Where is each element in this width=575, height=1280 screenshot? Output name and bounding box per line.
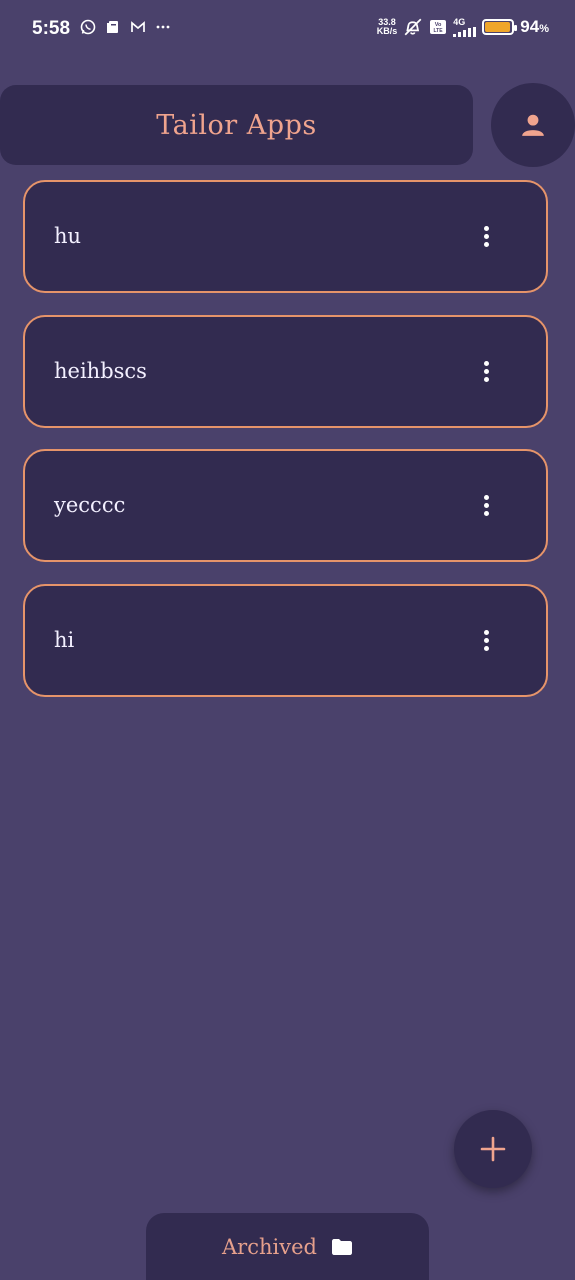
status-time: 5:58 [32, 18, 71, 39]
list-item[interactable]: heihbscs [23, 315, 548, 428]
notes-icon [107, 21, 118, 33]
net-speed: 33.8 KB/s [377, 18, 398, 36]
network-type: 4G [453, 16, 466, 27]
archived-button[interactable]: Archived [146, 1213, 429, 1280]
battery-icon [482, 19, 518, 35]
battery-fill [485, 22, 510, 32]
net-speed-unit: KB/s [376, 26, 398, 36]
more-vert-icon[interactable] [474, 491, 498, 521]
svg-text:LTE: LTE [434, 28, 444, 34]
system-icons: 33.8 KB/s Vo LTE 4G 94% [377, 17, 549, 37]
status-bar: 5:58 33.8 KB/s Vo LTE 4G 94% [0, 0, 575, 58]
list-item[interactable]: yecccc [23, 449, 548, 562]
item-title: hu [54, 223, 82, 248]
item-title: hi [54, 627, 75, 652]
more-vert-icon[interactable] [474, 222, 498, 252]
list-item[interactable]: hi [23, 584, 548, 697]
battery-percent: 94% [520, 17, 549, 36]
plus-icon [480, 1136, 506, 1162]
more-vert-icon[interactable] [474, 626, 498, 656]
app-header: Tailor Apps [0, 85, 473, 165]
notification-icons [80, 19, 171, 35]
item-title: heihbscs [54, 358, 147, 383]
folder-icon [331, 1238, 352, 1255]
person-icon [522, 114, 544, 136]
whatsapp-icon [80, 19, 96, 35]
signal-icon [453, 26, 477, 37]
profile-button[interactable] [491, 83, 575, 167]
more-dots-icon [156, 25, 170, 29]
mute-icon [404, 18, 422, 36]
volte-icon: Vo LTE [430, 20, 447, 34]
add-item-button[interactable] [454, 1110, 532, 1188]
item-title: yecccc [54, 492, 126, 517]
app-title: Tailor Apps [156, 109, 317, 141]
more-vert-icon[interactable] [474, 357, 498, 387]
network-block: 4G [453, 16, 477, 37]
list-item[interactable]: hu [23, 180, 548, 293]
archived-label: Archived [222, 1234, 317, 1259]
gmail-icon [131, 21, 145, 32]
